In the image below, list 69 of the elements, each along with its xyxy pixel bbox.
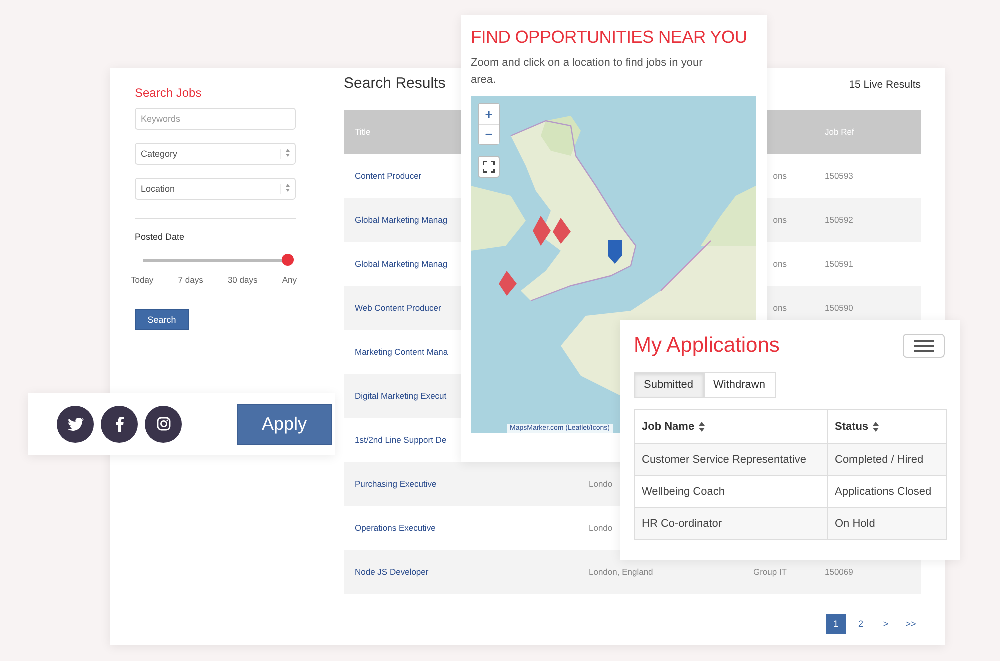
job-ref-cell: 150069 <box>825 567 854 577</box>
letter-f-icon <box>116 416 124 432</box>
tab[interactable]: Withdrawn <box>704 372 776 398</box>
job-ref-cell: 150590 <box>825 303 854 313</box>
slider-thumb[interactable] <box>282 254 294 266</box>
job-title-link[interactable]: 1st/2nd Line Support De <box>355 435 447 445</box>
table-cell: Wellbeing Coach <box>642 486 725 498</box>
map-title: FIND OPPORTUNITIES NEAR YOU <box>471 26 748 49</box>
column-header[interactable]: Job Name <box>642 420 695 432</box>
menu-button[interactable] <box>903 334 945 358</box>
results-title: Search Results <box>344 75 446 92</box>
updown-icon <box>286 184 290 192</box>
select-field[interactable]: Location <box>135 178 296 200</box>
job-ref-cell: 150592 <box>825 215 854 225</box>
slider-tick-label: 30 days <box>228 275 258 285</box>
job-title-link[interactable]: Operations Executive <box>355 523 436 533</box>
sort-icon <box>698 422 705 432</box>
applications-title: My Applications <box>634 334 780 358</box>
category-cell: ons <box>773 259 787 269</box>
fullscreen-icon <box>483 161 495 173</box>
page-link[interactable]: >> <box>901 614 921 634</box>
job-title-link[interactable]: Node JS Developer <box>355 567 429 577</box>
job-title-link[interactable]: Purchasing Executive <box>355 479 437 489</box>
tab[interactable]: Submitted <box>634 372 704 398</box>
job-title-link[interactable]: Global Marketing Manag <box>355 215 448 225</box>
table-cell: HR Co-ordinator <box>642 518 722 530</box>
page-link[interactable]: 2 <box>851 614 871 634</box>
location-cell: London, England <box>589 567 654 577</box>
table-cell: Applications Closed <box>835 486 932 498</box>
zoom-out-button[interactable]: − <box>479 124 499 144</box>
job-title-link[interactable]: Content Producer <box>355 171 422 181</box>
slider-tick-label: 7 days <box>178 275 204 285</box>
menu-icon <box>914 340 934 352</box>
apply-button[interactable]: Apply <box>237 404 332 444</box>
job-title-link[interactable]: Web Content Producer <box>355 303 442 313</box>
job-ref-cell: 150591 <box>825 259 854 269</box>
select-field[interactable]: Category <box>135 143 296 165</box>
category-cell: ons <box>773 171 787 181</box>
filter-label: Posted Date <box>135 232 186 242</box>
table-cell: Completed / Hired <box>835 454 924 466</box>
bird-icon <box>68 418 84 430</box>
keywords-field[interactable]: Keywords <box>135 108 296 130</box>
slider-tick-label: Today <box>131 275 154 285</box>
job-title-link[interactable]: Digital Marketing Execut <box>355 391 447 401</box>
updown-icon <box>286 149 290 157</box>
search-title: Search Jobs <box>135 86 203 100</box>
category-cell: ons <box>773 303 787 313</box>
table-cell: Customer Service Representative <box>642 454 806 466</box>
job-ref-cell: 150593 <box>825 171 854 181</box>
location-cell: Londo <box>589 479 613 489</box>
column-header[interactable]: Status <box>835 420 869 432</box>
instagram-button[interactable] <box>145 406 182 442</box>
job-title-link[interactable]: Marketing Content Mana <box>355 347 448 357</box>
slider-tick-label: Any <box>282 275 297 285</box>
page-link[interactable]: 1 <box>826 614 846 634</box>
results-count: 15 Live Results <box>849 79 921 91</box>
twitter-button[interactable] <box>57 406 94 442</box>
fullscreen-button[interactable] <box>478 156 500 178</box>
category-cell: Group IT <box>753 567 787 577</box>
facebook-button[interactable] <box>101 406 138 442</box>
location-cell: Londo <box>589 523 613 533</box>
search-button[interactable]: Search <box>135 309 189 330</box>
map-description: Zoom and click on a location to find jobs in your area. <box>471 56 704 88</box>
category-cell: ons <box>773 215 787 225</box>
sort-icon <box>872 422 879 432</box>
job-title-link[interactable]: Global Marketing Manag <box>355 259 448 269</box>
camera-icon <box>156 417 170 431</box>
page-link[interactable]: > <box>876 614 896 634</box>
table-cell: On Hold <box>835 518 876 530</box>
